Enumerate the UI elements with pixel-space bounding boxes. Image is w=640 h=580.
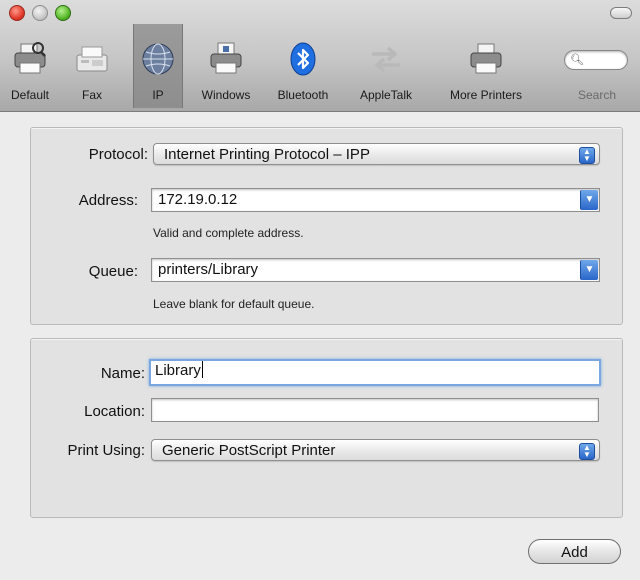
bluetooth-icon <box>290 42 316 76</box>
queue-combobox[interactable]: printers/Library ▼ <box>151 258 600 282</box>
print-using-value: Generic PostScript Printer <box>162 442 336 459</box>
print-using-popup[interactable]: Generic PostScript Printer ▲ ▼ <box>151 439 600 461</box>
address-value: 172.19.0.12 <box>158 191 238 208</box>
toolbar-item-label: AppleTalk <box>359 88 413 102</box>
toolbar-item-fax[interactable]: Fax <box>70 24 114 108</box>
popup-arrows-icon: ▲ ▼ <box>579 443 595 460</box>
toolbar-item-label: More Printers <box>449 88 523 102</box>
location-field[interactable] <box>151 398 599 422</box>
name-label: Name: <box>100 365 145 382</box>
printer-icon <box>470 43 502 74</box>
toolbar-item-label: Bluetooth <box>277 88 329 102</box>
queue-label: Queue: <box>88 263 138 280</box>
fax-icon <box>76 46 108 72</box>
chevron-down-icon[interactable]: ▼ <box>580 260 598 280</box>
search-label: Search <box>578 88 617 102</box>
address-combobox[interactable]: 172.19.0.12 ▼ <box>151 188 600 212</box>
printer-default-icon <box>14 42 46 74</box>
toolbar-item-more-printers[interactable]: More Printers <box>432 24 540 108</box>
search-input[interactable]: 🔍︎ <box>564 50 628 70</box>
name-field[interactable]: Library <box>149 359 601 386</box>
name-value: Library <box>155 362 201 379</box>
address-hint: Valid and complete address. <box>153 226 304 240</box>
add-printer-window: Default Fax IP Windows Bluetooth AppleTa… <box>0 0 640 580</box>
toolbar-item-label: Default <box>10 88 50 102</box>
globe-icon <box>142 43 174 75</box>
toolbar-item-default[interactable]: Default <box>4 24 56 108</box>
queue-value: printers/Library <box>158 261 259 278</box>
zoom-window-button[interactable] <box>55 5 71 21</box>
toolbar: Default Fax IP Windows Bluetooth AppleTa… <box>0 0 640 112</box>
popup-arrows-icon: ▲ ▼ <box>579 147 595 164</box>
toolbar-item-ip[interactable]: IP <box>133 24 183 108</box>
windows-printer-icon <box>210 42 242 74</box>
chevron-down-icon[interactable]: ▼ <box>580 190 598 210</box>
toolbar-item-bluetooth[interactable]: Bluetooth <box>267 24 339 108</box>
protocol-value: Internet Printing Protocol – IPP <box>164 146 370 163</box>
toolbar-toggle-button[interactable] <box>610 7 632 19</box>
appletalk-icon <box>372 46 400 73</box>
location-label: Location: <box>84 403 145 420</box>
toolbar-item-windows[interactable]: Windows <box>192 24 260 108</box>
toolbar-item-appletalk[interactable]: AppleTalk <box>346 24 426 108</box>
text-caret <box>201 361 203 378</box>
print-using-label: Print Using: <box>67 442 145 459</box>
protocol-popup[interactable]: Internet Printing Protocol – IPP ▲ ▼ <box>153 143 600 165</box>
minimize-window-button[interactable] <box>32 5 48 21</box>
search-icon: 🔍︎ <box>570 54 584 66</box>
address-label: Address: <box>78 192 138 209</box>
toolbar-item-label: Fax <box>81 88 102 102</box>
protocol-label: Protocol: <box>88 146 148 163</box>
add-button[interactable]: Add <box>528 539 621 564</box>
toolbar-item-label: IP <box>152 88 164 102</box>
toolbar-item-label: Windows <box>201 88 251 102</box>
queue-hint: Leave blank for default queue. <box>153 297 315 311</box>
close-window-button[interactable] <box>9 5 25 21</box>
